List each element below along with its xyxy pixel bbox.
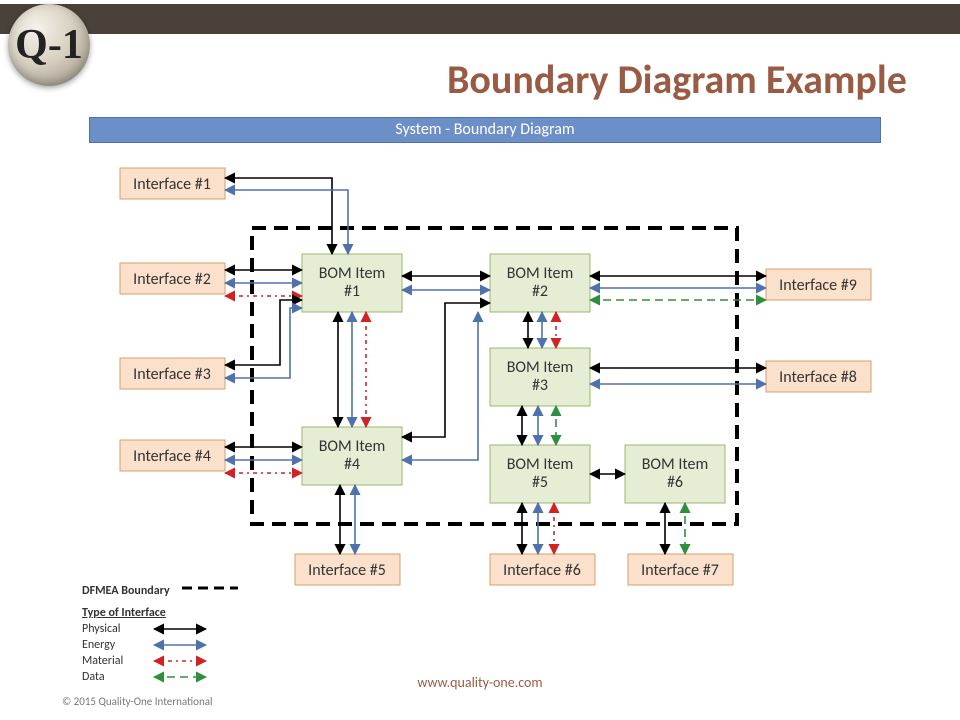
node-if9: Interface #9	[766, 269, 871, 300]
node-if5: Interface #5	[295, 554, 400, 585]
footer-url: www.quality-one.com	[0, 674, 960, 691]
legend-material-label: Material	[82, 654, 150, 668]
legend-energy-label: Energy	[82, 638, 150, 652]
svg-text:Interface #7: Interface #7	[641, 561, 719, 580]
svg-text:Interface #8: Interface #8	[779, 368, 857, 387]
svg-text:Interface #6: Interface #6	[503, 561, 581, 580]
node-if8: Interface #8	[766, 361, 871, 392]
node-if1: Interface #1	[120, 168, 225, 199]
node-bom5: BOM Item#5	[490, 445, 590, 503]
node-if7: Interface #7	[628, 554, 733, 585]
legend-boundary-label: DFMEA Boundary	[82, 584, 170, 598]
legend: DFMEA Boundary Type of Interface Physica…	[82, 576, 240, 686]
node-if4: Interface #4	[120, 440, 225, 471]
node-bom4: BOM Item#4	[302, 427, 402, 485]
node-bom1: BOM Item#1	[302, 254, 402, 312]
node-bom6: BOM Item#6	[625, 445, 725, 503]
svg-text:Interface #5: Interface #5	[308, 561, 386, 580]
link-if3-bom1-energy	[225, 308, 302, 378]
link-if1-bom1-energy	[225, 190, 348, 254]
node-if2: Interface #2	[120, 263, 225, 294]
node-bom2: BOM Item#2	[490, 254, 590, 312]
node-if6: Interface #6	[490, 554, 595, 585]
node-bom3: BOM Item#3	[490, 348, 590, 406]
svg-text:Interface #4: Interface #4	[133, 447, 211, 466]
link-bom2-bom4-physical	[402, 303, 490, 437]
node-if3: Interface #3	[120, 358, 225, 389]
legend-type-heading: Type of Interface	[82, 606, 166, 620]
legend-physical-label: Physical	[82, 622, 150, 636]
svg-text:Interface #2: Interface #2	[133, 270, 211, 289]
footer-copyright: © 2015 Quality-One International	[62, 695, 213, 708]
svg-text:Interface #1: Interface #1	[133, 175, 211, 194]
svg-text:Interface #3: Interface #3	[133, 365, 211, 384]
svg-text:Interface #9: Interface #9	[779, 276, 857, 295]
